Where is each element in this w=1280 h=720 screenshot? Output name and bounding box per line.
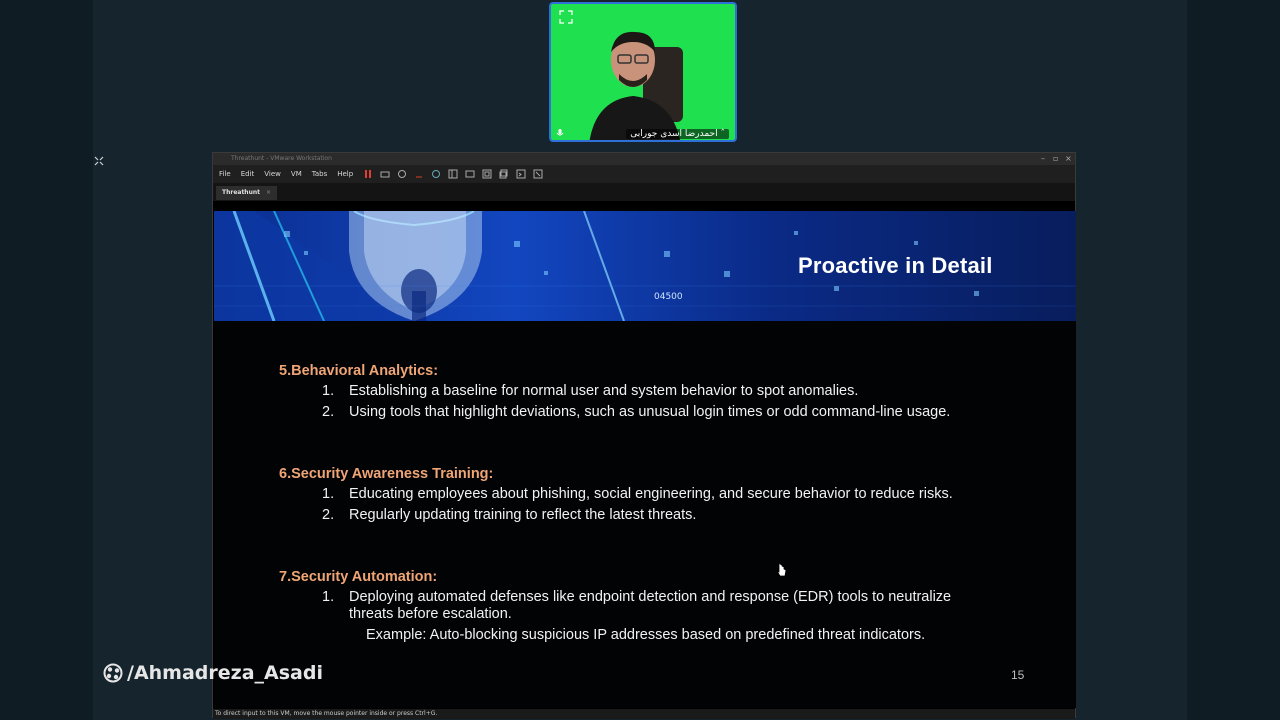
maximize-icon[interactable]: ▫	[1053, 153, 1058, 165]
manage-snapshots-icon[interactable]	[431, 169, 441, 179]
vm-menubar: File Edit View VM Tabs Help	[213, 165, 1075, 183]
collapse-icon[interactable]	[93, 155, 105, 167]
slide-title: Proactive in Detail	[798, 253, 993, 278]
section-security-automation: 7.Security Automation: 1. Deploying auto…	[279, 569, 999, 643]
list-number: 2.	[322, 507, 335, 523]
section-heading: 7.Security Automation:	[279, 569, 438, 585]
vm-tabbar: Threathunt ×	[213, 183, 1075, 201]
aparat-logo-icon	[103, 663, 123, 683]
menu-tabs[interactable]: Tabs	[312, 170, 328, 178]
vm-titlebar: Threathunt - VMware Workstation – ▫ ×	[213, 153, 1075, 165]
fullscreen-icon[interactable]	[482, 169, 492, 179]
banner-number: 04500	[654, 292, 683, 302]
list-number: 2.	[322, 404, 335, 420]
minimize-icon[interactable]: –	[1041, 153, 1045, 165]
slide-page-number: 15	[1011, 668, 1025, 682]
console-icon[interactable]	[516, 169, 526, 179]
section-security-awareness-training: 6.Security Awareness Training: 1. Educat…	[279, 466, 999, 524]
tab-threathunt[interactable]: Threathunt ×	[216, 186, 278, 200]
status-message: To direct input to this VM, move the mou…	[215, 710, 438, 717]
stretch-icon[interactable]	[533, 169, 543, 179]
send-keys-icon[interactable]	[380, 169, 390, 179]
menu-view[interactable]: View	[264, 170, 281, 178]
presentation-slide[interactable]: 04500 Proactive in Detail 5.Behavioral A…	[214, 211, 1076, 708]
list-item: 2. Using tools that highlight deviations…	[322, 404, 999, 421]
channel-watermark: /Ahmadreza_Asadi	[103, 662, 323, 684]
menu-file[interactable]: File	[219, 170, 231, 178]
participant-name: احمدرضا اسدی جورابی ˆ	[626, 129, 729, 139]
section-behavioral-analytics: 5.Behavioral Analytics: 1. Establishing …	[279, 363, 999, 421]
list-text: Regularly updating training to reflect t…	[349, 507, 697, 523]
sidebar-icon[interactable]	[448, 169, 458, 179]
list-item: 1. Deploying automated defenses like end…	[322, 589, 999, 623]
expand-icon[interactable]	[559, 10, 573, 24]
watermark-text: /Ahmadreza_Asadi	[127, 662, 323, 684]
tab-label: Threathunt	[222, 189, 260, 196]
list-text: Establishing a baseline for normal user …	[349, 383, 859, 399]
vm-statusbar: To direct input to this VM, move the mou…	[213, 709, 1075, 719]
list-text: Deploying automated defenses like endpoi…	[349, 589, 952, 622]
slide-banner: 04500 Proactive in Detail	[214, 211, 1076, 321]
tab-close-icon[interactable]: ×	[266, 189, 271, 196]
section-heading: 5.Behavioral Analytics:	[279, 363, 439, 379]
presenter-video	[589, 31, 683, 140]
revert-icon[interactable]	[414, 169, 424, 179]
close-icon[interactable]: ×	[1065, 153, 1072, 165]
mouse-cursor-icon	[776, 562, 787, 577]
list-number: 1.	[322, 486, 335, 502]
section-heading: 6.Security Awareness Training:	[279, 466, 494, 482]
menu-edit[interactable]: Edit	[241, 170, 255, 178]
example-text: Example: Auto-blocking suspicious IP add…	[366, 627, 926, 643]
mic-icon	[556, 129, 564, 136]
unity-icon[interactable]	[499, 169, 509, 179]
list-number: 1.	[322, 383, 335, 399]
menu-vm[interactable]: VM	[291, 170, 302, 178]
list-text: Educating employees about phishing, soci…	[349, 486, 953, 502]
list-item: 2. Regularly updating training to reflec…	[322, 507, 999, 524]
vm-window: Threathunt - VMware Workstation – ▫ × Fi…	[212, 152, 1076, 719]
list-item: 1. Educating employees about phishing, s…	[322, 486, 999, 503]
pause-icon[interactable]	[363, 169, 373, 179]
webcam-tile[interactable]: احمدرضا اسدی جورابی ˆ	[549, 2, 737, 142]
snapshot-icon[interactable]	[397, 169, 407, 179]
list-number: 1.	[322, 589, 335, 605]
list-text: Using tools that highlight deviations, s…	[349, 404, 951, 420]
vm-window-title: Threathunt - VMware Workstation	[231, 155, 332, 162]
list-item: 1. Establishing a baseline for normal us…	[322, 383, 999, 400]
thumbnail-icon[interactable]	[465, 169, 475, 179]
menu-help[interactable]: Help	[337, 170, 353, 178]
